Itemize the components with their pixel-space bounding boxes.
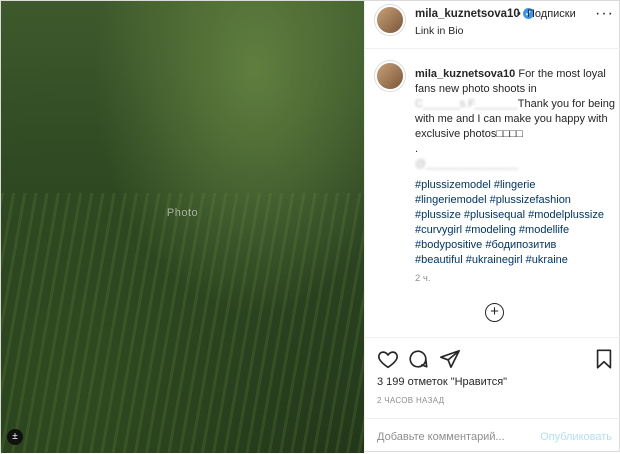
post-sidebar: mila_kuznetsova10 ✓ • Подписки Link in Bi…: [364, 1, 620, 453]
hashtag-line[interactable]: #bodypositive #бодипозитив: [415, 238, 615, 253]
header-username-text[interactable]: mila_kuznetsova10: [415, 8, 520, 20]
post-header: mila_kuznetsova10 ✓ • Подписки Link in Bi…: [365, 1, 620, 49]
user-tag-icon[interactable]: ±: [7, 429, 23, 445]
caption-username[interactable]: mila_kuznetsova10: [415, 68, 515, 80]
caption-text: mila_kuznetsova10 For the most loyal fan…: [415, 67, 615, 268]
caption-dot: .: [415, 143, 419, 155]
comment-bar: Опубликовать: [365, 418, 620, 454]
post-frame: Photo ± mila_kuznetsova10 ✓ • Подписки Li…: [0, 0, 620, 453]
plus-circle-icon[interactable]: +: [485, 303, 504, 322]
post-photo[interactable]: Photo ±: [1, 1, 364, 453]
hashtag-line[interactable]: #plussizemodel #lingerie: [415, 178, 615, 193]
hashtag-line[interactable]: #plussize #plusisequal #modelplussize: [415, 208, 615, 223]
hashtag-line[interactable]: #beautiful #ukrainegirl #ukraine: [415, 253, 615, 268]
like-count[interactable]: 3 199 отметок "Нравится": [377, 376, 507, 388]
hashtag-line[interactable]: #curvygirl #modeling #modellife: [415, 223, 615, 238]
photo-background: [1, 193, 364, 453]
header-separator: •: [517, 8, 521, 20]
hashtag-list: #plussizemodel #lingerie #lingeriemodel …: [415, 178, 615, 268]
header-subtitle: Link in Bio: [415, 25, 464, 37]
avatar[interactable]: [375, 5, 405, 35]
following-button[interactable]: Подписки: [527, 8, 576, 20]
comment-input[interactable]: [377, 427, 537, 447]
post-timestamp[interactable]: 2 ЧАСОВ НАЗАД: [377, 396, 444, 405]
more-icon[interactable]: ···: [595, 5, 614, 23]
caption-obscured-1: C______s.F_______: [415, 98, 518, 110]
caption-block: mila_kuznetsova10 For the most loyal fan…: [365, 49, 620, 289]
hashtag-line[interactable]: #lingeriemodel #plussizefashion: [415, 193, 615, 208]
share-icon[interactable]: [439, 348, 461, 370]
caption-avatar[interactable]: [375, 61, 405, 91]
caption-obscured-mention[interactable]: @_______________: [415, 157, 615, 172]
photo-placeholder-label: Photo: [166, 207, 199, 219]
comment-icon[interactable]: [407, 348, 429, 370]
publish-button[interactable]: Опубликовать: [540, 431, 612, 443]
heart-icon[interactable]: [377, 348, 399, 370]
caption-time: 2 ч.: [415, 273, 431, 284]
post-actions: 3 199 отметок "Нравится" 2 ЧАСОВ НАЗАД О…: [365, 337, 620, 453]
bookmark-icon[interactable]: [593, 348, 615, 370]
